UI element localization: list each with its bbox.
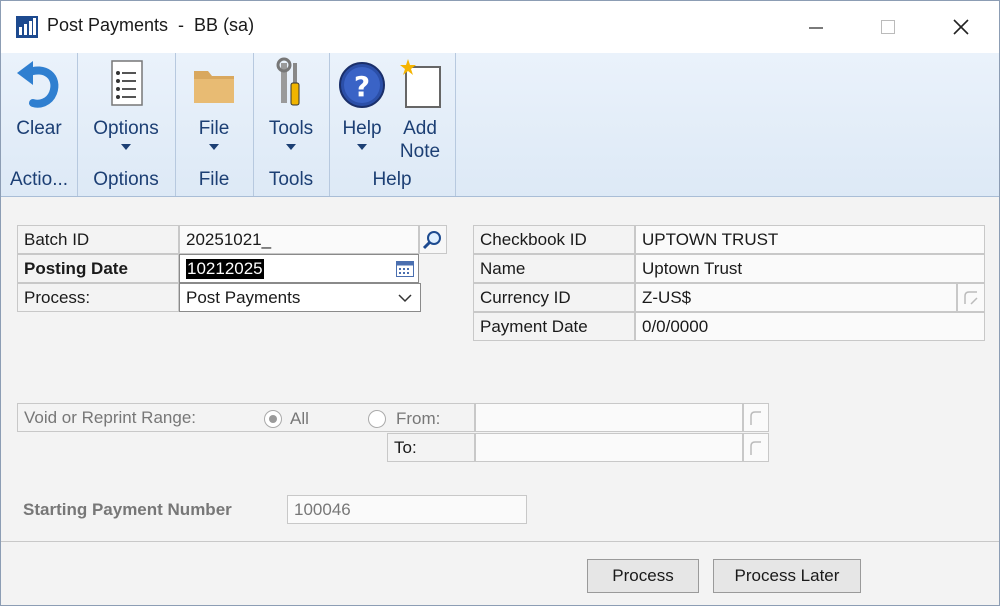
checkbook-id-field[interactable]: UPTOWN TRUST [635, 225, 985, 254]
process-dropdown-value: Post Payments [186, 287, 301, 307]
ribbon-group-help: ? Help Add Note Help [329, 53, 456, 196]
currency-id-field: Z-US$ [635, 283, 957, 312]
radio-all-label: All [290, 409, 309, 428]
folder-icon [194, 71, 234, 103]
posting-date-label: Posting Date [17, 254, 179, 283]
name-label: Name [473, 254, 635, 283]
file-label: File [198, 118, 230, 139]
ribbon-group-actions: Clear Actio... [1, 53, 78, 196]
title-bar: Post Payments - BB (sa) [1, 1, 999, 53]
ribbon-group-label-options: Options [93, 169, 159, 190]
expansion-icon [750, 440, 761, 455]
undo-arrow-icon [17, 61, 59, 108]
tools-button[interactable]: Tools [262, 57, 320, 150]
minimize-button[interactable] [796, 11, 836, 43]
chevron-down-icon [398, 294, 412, 303]
form-area: Batch ID 20251021_ Posting Date 10212025… [1, 197, 999, 605]
batch-lookup-button[interactable] [419, 225, 447, 254]
batch-id-label: Batch ID [17, 225, 179, 254]
minimize-icon [809, 27, 823, 29]
starting-payment-number-field: 100046 [287, 495, 527, 524]
options-label: Options [93, 118, 159, 139]
add-note-button[interactable]: Add Note [391, 57, 449, 163]
radio-from-button[interactable] [368, 410, 386, 428]
process-button[interactable]: Process [587, 559, 699, 593]
radio-all[interactable]: All [264, 409, 309, 429]
starting-payment-number-label: Starting Payment Number [17, 495, 285, 524]
add-note-icon [400, 59, 441, 108]
tools-icon [276, 57, 300, 106]
add-note-label: Add Note [399, 118, 441, 162]
ribbon-group-label-actions: Actio... [9, 169, 69, 190]
from-lookup-button[interactable] [743, 403, 769, 432]
expansion-icon [964, 290, 978, 305]
to-lookup-button[interactable] [743, 433, 769, 462]
ribbon-group-label-tools: Tools [268, 169, 314, 190]
ribbon-group-label-file: File [198, 169, 230, 190]
radio-from-label: From: [396, 409, 441, 428]
batch-id-field[interactable]: 20251021_ [179, 225, 419, 254]
process-label: Process: [17, 283, 179, 312]
help-label: Help [342, 118, 382, 139]
chevron-down-icon [209, 144, 219, 150]
chevron-down-icon [357, 144, 367, 150]
ribbon: Clear Actio... Options Options File File… [1, 53, 999, 197]
currency-expand-button[interactable] [957, 283, 985, 312]
posting-date-selected-text: 10212025 [186, 258, 264, 279]
ribbon-group-tools: Tools Tools [253, 53, 330, 196]
payment-date-label: Payment Date [473, 312, 635, 341]
calendar-icon[interactable] [396, 261, 414, 277]
ribbon-group-options: Options Options [77, 53, 176, 196]
maximize-button[interactable] [868, 11, 908, 43]
close-button[interactable] [941, 11, 981, 43]
payment-date-field: 0/0/0000 [635, 312, 985, 341]
options-button[interactable]: Options [89, 57, 163, 150]
options-list-icon [111, 60, 143, 106]
from-field[interactable] [475, 403, 743, 432]
process-dropdown[interactable]: Post Payments [179, 283, 421, 312]
clear-button[interactable]: Clear [9, 57, 69, 140]
radio-all-button[interactable] [264, 410, 282, 428]
svg-text:?: ? [354, 70, 370, 103]
help-button[interactable]: ? Help [335, 57, 389, 150]
clear-label: Clear [16, 118, 62, 139]
chevron-down-icon [121, 144, 131, 150]
process-button-label: Process [612, 566, 674, 585]
ribbon-group-file: File File [175, 53, 254, 196]
name-field: Uptown Trust [635, 254, 985, 283]
window-title: Post Payments - BB (sa) [47, 15, 255, 35]
void-reprint-range-group: Void or Reprint Range: All From: [17, 403, 475, 432]
to-field[interactable] [475, 433, 743, 462]
post-payments-window: Post Payments - BB (sa) Clear Actio... O… [0, 0, 1000, 606]
help-icon: ? [339, 62, 385, 108]
posting-date-field[interactable]: 10212025 [179, 254, 419, 283]
footer-divider [1, 541, 999, 542]
tools-label: Tools [268, 118, 314, 139]
app-chart-icon [16, 16, 38, 38]
file-button[interactable]: File [185, 57, 243, 150]
chevron-down-icon [286, 144, 296, 150]
currency-id-label: Currency ID [473, 283, 635, 312]
void-reprint-range-label: Void or Reprint Range: [24, 407, 196, 427]
checkbook-id-label: Checkbook ID [473, 225, 635, 254]
process-later-button[interactable]: Process Later [713, 559, 861, 593]
close-icon [953, 19, 969, 35]
expansion-icon [750, 410, 761, 425]
process-later-button-label: Process Later [734, 566, 840, 585]
ribbon-group-label-help: Help [372, 169, 412, 190]
radio-from[interactable]: From: [368, 409, 440, 429]
to-label: To: [387, 433, 475, 462]
maximize-icon [881, 20, 895, 34]
magnifier-lookup-icon [422, 230, 441, 249]
